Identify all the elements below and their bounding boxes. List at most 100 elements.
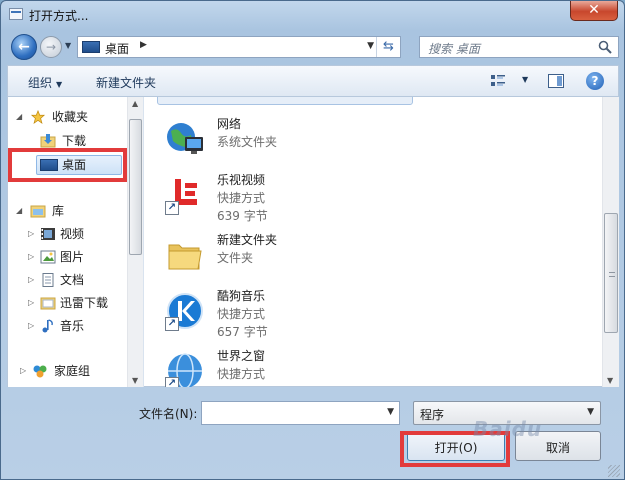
search-placeholder[interactable]: 搜索 桌面 xyxy=(428,40,480,57)
breadcrumb-chevron-icon[interactable]: ▶ xyxy=(140,40,147,50)
address-text[interactable]: 桌面 xyxy=(105,40,129,57)
picture-icon xyxy=(40,250,56,264)
view-options-icon[interactable] xyxy=(490,74,506,88)
nav-label-music: 音乐 xyxy=(60,319,85,333)
window-icon xyxy=(9,8,23,20)
scroll-down-icon[interactable]: ▼ xyxy=(607,376,613,385)
expand-arrow-icon[interactable]: ▷ xyxy=(28,270,34,290)
nav-label-favorites: 收藏夹 xyxy=(52,110,89,124)
nav-label-homegroup: 家庭组 xyxy=(54,364,91,378)
navigation-pane: ◢ 收藏夹 下载 桌面 ◢ 库 ▷ 视频 ▷ 图片 ▷ 文档 ▷ 迅雷下载 ▷ … xyxy=(8,97,144,387)
file-type-value[interactable]: 程序 xyxy=(420,406,444,423)
file-item-kugou[interactable]: ↗ 酷狗音乐 快捷方式 657 字节 xyxy=(165,285,425,343)
view-dropdown-icon[interactable]: ▼ xyxy=(522,75,528,84)
expand-arrow-icon[interactable]: ▷ xyxy=(28,316,34,336)
expand-arrow-icon[interactable]: ▷ xyxy=(20,361,26,381)
file-list: 网络 系统文件夹 ↗ 乐视视频 快捷方式 639 字节 新建文件夹 文件夹 ↗ … xyxy=(145,97,602,387)
open-with-dialog: 打开方式... ✕ ← → ▼ 桌面 ▶ ▼ ⇆ 搜索 桌面 组织 ▼ 新建文件夹… xyxy=(0,0,625,480)
desktop-icon xyxy=(82,41,100,53)
file-name: 酷狗音乐 xyxy=(217,289,266,303)
cancel-label: 取消 xyxy=(545,441,570,455)
scroll-grip xyxy=(609,272,615,277)
dialog-footer: 文件名(N): ▼ 程序 ▼ 打开(O) 取消 Baidu xyxy=(1,389,624,479)
folder-icon xyxy=(40,297,56,310)
file-item-network[interactable]: 网络 系统文件夹 xyxy=(165,113,425,171)
file-scroll-thumb[interactable] xyxy=(604,213,618,333)
nav-homegroup[interactable]: ▷ 家庭组 xyxy=(16,361,126,381)
command-bar: 组织 ▼ 新建文件夹 ▼ ? xyxy=(7,65,619,97)
new-folder-button[interactable]: 新建文件夹 xyxy=(96,74,156,91)
navigation-bar: ← → ▼ 桌面 ▶ ▼ ⇆ 搜索 桌面 xyxy=(7,33,619,61)
file-item-theworld[interactable]: ↗ 世界之窗 快捷方式 xyxy=(165,345,425,387)
download-folder-icon xyxy=(40,134,56,148)
partial-item xyxy=(157,97,413,105)
music-icon xyxy=(42,319,53,333)
nav-music[interactable]: ▷ 音乐 xyxy=(28,316,128,336)
resize-grip[interactable] xyxy=(608,465,620,477)
nav-videos[interactable]: ▷ 视频 xyxy=(28,224,128,244)
scroll-up-icon[interactable]: ▲ xyxy=(132,99,138,108)
back-button[interactable]: ← xyxy=(11,34,37,60)
network-icon xyxy=(167,123,203,154)
file-type: 快捷方式 xyxy=(217,367,266,381)
file-item-letv[interactable]: ↗ 乐视视频 快捷方式 639 字节 xyxy=(165,169,425,227)
filename-label: 文件名(N): xyxy=(139,407,198,421)
nav-label-libraries: 库 xyxy=(52,204,65,218)
library-icon xyxy=(30,205,46,218)
file-name: 新建文件夹 xyxy=(217,233,278,247)
forward-button[interactable]: → xyxy=(40,36,62,58)
nav-pictures[interactable]: ▷ 图片 xyxy=(28,247,128,267)
nav-label-thunder: 迅雷下载 xyxy=(60,296,109,310)
shortcut-arrow-icon: ↗ xyxy=(165,377,179,387)
file-type: 文件夹 xyxy=(217,251,254,265)
folder-icon xyxy=(168,244,202,270)
file-size: 639 字节 xyxy=(217,209,268,223)
homegroup-icon xyxy=(33,365,47,378)
window-title: 打开方式... xyxy=(29,9,89,23)
nav-scrollbar[interactable]: ▲ ▼ xyxy=(127,97,143,387)
address-bar[interactable]: 桌面 ▶ ▼ ⇆ xyxy=(77,36,401,58)
filename-input[interactable]: ▼ xyxy=(201,401,400,425)
nav-label-pictures: 图片 xyxy=(60,250,85,264)
shortcut-arrow-icon: ↗ xyxy=(165,201,179,215)
help-button[interactable]: ? xyxy=(586,72,604,90)
shortcut-arrow-icon: ↗ xyxy=(165,317,179,331)
search-box[interactable]: 搜索 桌面 xyxy=(419,36,619,58)
file-type: 快捷方式 xyxy=(217,307,266,321)
organize-label: 组织 xyxy=(28,76,53,90)
organize-button[interactable]: 组织 ▼ xyxy=(28,74,62,91)
nav-thunder-downloads[interactable]: ▷ 迅雷下载 xyxy=(28,293,128,313)
address-dropdown-icon[interactable]: ▼ xyxy=(367,41,374,51)
desktop-highlight-box xyxy=(8,148,127,182)
nav-favorites[interactable]: ◢ 收藏夹 xyxy=(16,107,126,127)
expand-arrow-icon[interactable]: ▷ xyxy=(28,224,34,244)
expand-arrow-icon[interactable]: ▷ xyxy=(28,293,34,313)
preview-pane-icon[interactable] xyxy=(548,74,564,88)
expand-arrow-icon[interactable]: ▷ xyxy=(28,247,34,267)
search-icon[interactable] xyxy=(598,40,612,54)
nav-label-documents: 文档 xyxy=(60,273,85,287)
file-item-new-folder[interactable]: 新建文件夹 文件夹 xyxy=(165,229,425,287)
filename-dropdown-icon[interactable]: ▼ xyxy=(387,407,394,417)
watermark-text: Baidu xyxy=(473,417,543,441)
scroll-down-icon[interactable]: ▼ xyxy=(132,376,138,385)
file-size: 657 字节 xyxy=(217,325,268,339)
collapse-arrow-icon[interactable]: ◢ xyxy=(16,107,22,127)
history-dropdown-icon[interactable]: ▼ xyxy=(65,41,71,50)
file-list-scrollbar[interactable]: ▼ xyxy=(602,97,619,387)
title-bar[interactable]: 打开方式... ✕ xyxy=(1,1,624,29)
star-icon xyxy=(30,110,46,124)
collapse-arrow-icon[interactable]: ◢ xyxy=(16,201,22,221)
close-button[interactable]: ✕ xyxy=(570,1,618,21)
refresh-button[interactable]: ⇆ xyxy=(376,37,400,57)
file-name: 网络 xyxy=(217,117,242,131)
file-name: 乐视视频 xyxy=(217,173,266,187)
file-type: 系统文件夹 xyxy=(217,135,278,149)
file-name: 世界之窗 xyxy=(217,349,266,363)
nav-libraries[interactable]: ◢ 库 xyxy=(16,201,126,221)
organize-dropdown-icon: ▼ xyxy=(56,80,63,89)
file-type-dropdown-icon[interactable]: ▼ xyxy=(587,407,594,417)
file-type: 快捷方式 xyxy=(217,191,266,205)
nav-scroll-thumb[interactable] xyxy=(129,119,142,255)
nav-documents[interactable]: ▷ 文档 xyxy=(28,270,128,290)
